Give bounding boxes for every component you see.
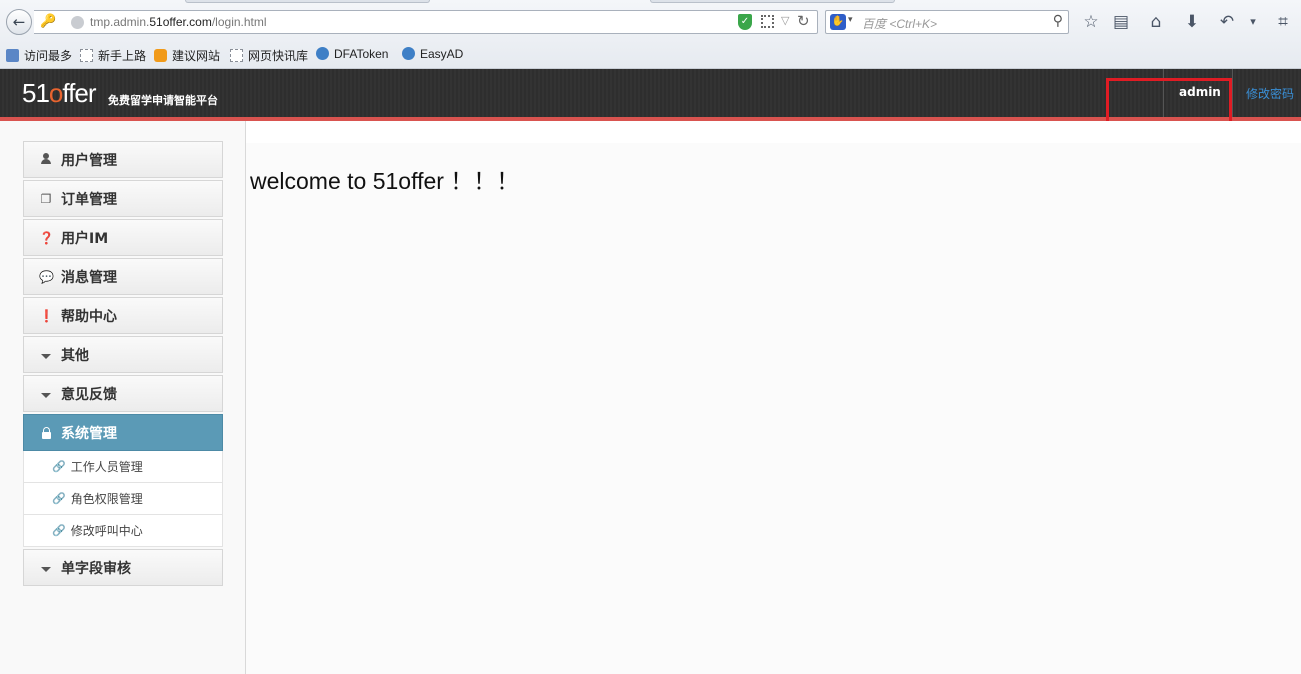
caret-down-icon: [39, 348, 53, 362]
exclamation-icon: ❗: [39, 308, 54, 323]
lock-icon: [39, 426, 53, 440]
sidebar-item-order-management[interactable]: ❐ 订单管理: [23, 180, 223, 217]
browser-toolbar: ← 🔑 tmp.admin.51offer.com/login.html ✓ ▽…: [0, 0, 1301, 69]
sidebar-item-label: 单字段审核: [61, 560, 131, 577]
shield-icon[interactable]: ✓: [738, 14, 752, 30]
back-button[interactable]: ←: [6, 9, 32, 35]
bookmark-suggested-sites[interactable]: 建议网站: [154, 47, 220, 64]
url-domain: 51offer.com: [149, 15, 212, 29]
cloud-icon: [402, 47, 415, 60]
sidebar-item-label: 用户管理: [61, 152, 117, 169]
bookmark-icon: [6, 49, 19, 62]
history-dropdown-icon[interactable]: ▽: [781, 14, 789, 27]
bookmark-label: 建议网站: [172, 49, 221, 63]
main-content: welcome to 51offer ！！！: [246, 121, 1301, 674]
link-icon: 🔗: [52, 492, 66, 505]
bookmark-label: 访问最多: [24, 49, 73, 63]
bookmark-easyad[interactable]: EasyAD: [402, 47, 463, 61]
sidebar-subitem-staff-management[interactable]: 🔗 工作人员管理: [23, 451, 223, 483]
search-placeholder: 百度 <Ctrl+K>: [862, 17, 938, 31]
sidebar-subitem-label: 修改呼叫中心: [70, 524, 143, 538]
sidebar-item-single-field-review[interactable]: 单字段审核: [23, 549, 223, 586]
bookmark-label: EasyAD: [420, 47, 464, 61]
globe-icon: [71, 16, 84, 29]
crop-icon[interactable]: ⌗: [1272, 11, 1294, 33]
sidebar-item-label: 其他: [61, 347, 89, 364]
sidebar-item-system-management[interactable]: 系统管理: [23, 414, 223, 451]
bookmark-label: DFAToken: [334, 47, 389, 61]
bookmark-label: 网页快讯库: [248, 49, 309, 63]
content-top-band: [246, 121, 1301, 143]
sidebar-item-user-im[interactable]: ❓ 用户IM: [23, 219, 223, 256]
sidebar-item-user-management[interactable]: 用户管理: [23, 141, 223, 178]
sidebar-item-label: 订单管理: [61, 191, 117, 208]
tab-strip: [0, 0, 1301, 4]
qrcode-icon[interactable]: [761, 15, 774, 28]
sidebar-item-label: 系统管理: [61, 425, 117, 442]
bookmark-most-visited[interactable]: 访问最多: [6, 47, 72, 64]
bookmark-web-slice-gallery[interactable]: 网页快讯库: [230, 47, 308, 64]
undo-icon[interactable]: ↶: [1216, 11, 1238, 33]
tagline: 免费留学申请智能平台: [108, 94, 218, 107]
question-icon: ❓: [39, 230, 54, 245]
change-password-link[interactable]: 修改密码: [1246, 85, 1294, 102]
star-icon[interactable]: ☆: [1080, 11, 1102, 33]
sidebar-item-message-management[interactable]: 💬 消息管理: [23, 258, 223, 295]
key-icon: 🔑: [40, 14, 57, 29]
sidebar-item-label: 意见反馈: [61, 386, 117, 403]
sidebar-subitem-call-center[interactable]: 🔗 修改呼叫中心: [23, 515, 223, 547]
link-icon: 🔗: [52, 524, 66, 537]
sidebar-subitem-role-permissions[interactable]: 🔗 角色权限管理: [23, 483, 223, 515]
user-icon: [39, 152, 53, 167]
welcome-message: welcome to 51offer ！！！: [250, 168, 520, 194]
sidebar-subitem-label: 角色权限管理: [70, 492, 143, 506]
url-prefix: tmp.admin.: [90, 15, 150, 29]
browser-tab[interactable]: [185, 0, 430, 3]
arrow-left-icon: ←: [12, 13, 26, 31]
page-icon: [80, 49, 93, 62]
address-bar[interactable]: 🔑 tmp.admin.51offer.com/login.html ✓ ▽ ↻: [34, 10, 818, 34]
url-path: /login.html: [211, 15, 267, 29]
bookmark-getting-started[interactable]: 新手上路: [80, 47, 146, 64]
reload-icon[interactable]: ↻: [797, 12, 810, 30]
bookmark-label: 新手上路: [98, 49, 147, 63]
sidebar-item-other[interactable]: 其他: [23, 336, 223, 373]
caret-down-icon: [39, 561, 53, 575]
page-icon: [230, 49, 243, 62]
browser-tab[interactable]: [650, 0, 895, 3]
sidebar-item-label: 用户IM: [61, 230, 109, 247]
sidebar-item-label: 消息管理: [61, 269, 117, 286]
caret-down-icon: [39, 387, 53, 401]
bookmark-dfatoken[interactable]: DFAToken: [316, 47, 388, 61]
sidebar-item-help-center[interactable]: ❗ 帮助中心: [23, 297, 223, 334]
url-text[interactable]: tmp.admin.51offer.com/login.html: [90, 15, 267, 29]
baidu-icon[interactable]: ✋: [830, 14, 846, 30]
home-icon[interactable]: ⌂: [1145, 11, 1167, 33]
reading-list-icon[interactable]: ▤: [1110, 11, 1132, 33]
engine-dropdown-icon[interactable]: ▾: [848, 15, 853, 25]
copy-icon: ❐: [40, 191, 52, 206]
nav-divider: [1232, 69, 1233, 117]
logo-text-accent: o: [48, 78, 64, 108]
search-bar[interactable]: ✋ ▾ 百度 <Ctrl+K> ⚲: [825, 10, 1069, 34]
logo-text: 51: [22, 78, 50, 108]
bulb-icon: [154, 49, 167, 62]
download-icon[interactable]: ⬇: [1181, 11, 1203, 33]
sidebar-item-feedback[interactable]: 意见反馈: [23, 375, 223, 412]
cloud-icon: [316, 47, 329, 60]
search-icon[interactable]: ⚲: [1053, 13, 1063, 29]
sidebar-subitem-label: 工作人员管理: [70, 460, 143, 474]
logo-text: ffer: [62, 78, 96, 108]
link-icon: 🔗: [52, 460, 66, 473]
sidebar-item-label: 帮助中心: [61, 308, 117, 325]
chevron-down-icon[interactable]: ▾: [1242, 11, 1264, 33]
logo[interactable]: 51offer: [22, 78, 97, 109]
bookmarks-bar: 访问最多 新手上路 建议网站 网页快讯库 DFAToken EasyAD: [0, 44, 1301, 66]
comment-icon: 💬: [39, 269, 54, 284]
